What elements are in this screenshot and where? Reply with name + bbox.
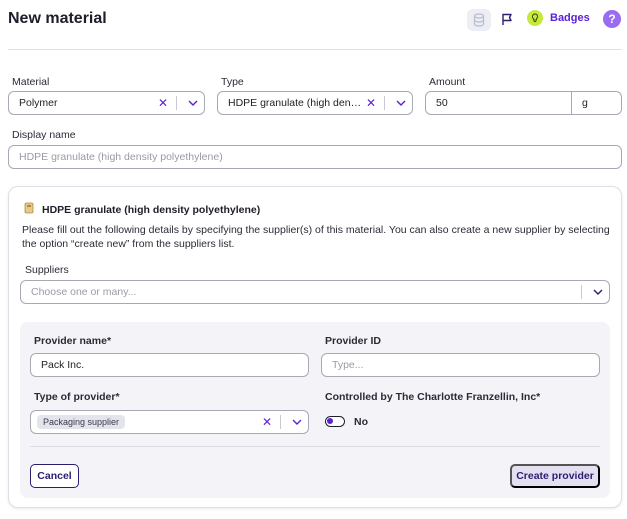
provider-name-input[interactable]: Pack Inc.: [30, 353, 309, 377]
clear-icon[interactable]: ✕: [259, 415, 275, 429]
cancel-button[interactable]: Cancel: [30, 464, 79, 488]
lightbulb-icon: [527, 10, 543, 26]
amount-unit: g: [582, 97, 588, 109]
type-select[interactable]: HDPE granulate (high densit... ✕: [217, 91, 413, 115]
provider-name-value: Pack Inc.: [41, 359, 85, 371]
select-separator: [581, 285, 582, 299]
clear-icon[interactable]: ✕: [155, 96, 171, 110]
controlled-by-label: Controlled by The Charlotte Franzellin, …: [325, 391, 541, 403]
amount-label: Amount: [429, 76, 466, 88]
suppliers-label: Suppliers: [25, 264, 69, 276]
type-label: Type: [221, 76, 244, 88]
clear-icon[interactable]: ✕: [363, 96, 379, 110]
provider-id-input[interactable]: Type...: [321, 353, 600, 377]
form-divider: [30, 446, 600, 447]
chevron-down-icon[interactable]: [182, 100, 204, 106]
amount-value: 50: [436, 97, 448, 109]
chevron-down-icon[interactable]: [587, 289, 609, 295]
display-name-placeholder: HDPE granulate (high density polyethylen…: [19, 151, 223, 163]
supplier-card-title: HDPE granulate (high density polyethylen…: [42, 204, 261, 216]
select-separator: [176, 96, 177, 110]
type-value: HDPE granulate (high densit...: [228, 97, 363, 109]
badges-button[interactable]: Badges: [527, 10, 590, 26]
toggle-knob: [327, 418, 333, 424]
supplier-card-description: Please fill out the following details by…: [22, 224, 610, 250]
controlled-by-value: No: [354, 416, 368, 428]
provider-type-select[interactable]: Packaging supplier ✕: [30, 410, 309, 434]
select-separator: [384, 96, 385, 110]
create-provider-button[interactable]: Create provider: [510, 464, 600, 488]
material-value: Polymer: [19, 97, 58, 109]
provider-type-label: Type of provider*: [34, 391, 120, 403]
select-separator: [280, 415, 281, 429]
provider-type-chip[interactable]: Packaging supplier: [37, 415, 126, 429]
help-icon[interactable]: ?: [603, 10, 621, 28]
material-label: Material: [12, 76, 50, 88]
material-icon: [24, 201, 34, 219]
display-name-input[interactable]: HDPE granulate (high density polyethylen…: [8, 145, 622, 169]
database-icon[interactable]: [467, 9, 491, 31]
controlled-by-toggle[interactable]: [325, 416, 345, 427]
supplier-card-header: HDPE granulate (high density polyethylen…: [24, 201, 260, 219]
display-name-label: Display name: [12, 129, 76, 141]
provider-id-label: Provider ID: [325, 335, 382, 347]
amount-input[interactable]: 50: [425, 91, 573, 115]
flag-icon[interactable]: [499, 10, 515, 28]
provider-name-label: Provider name*: [34, 335, 112, 347]
header-divider: [8, 49, 622, 50]
amount-unit-select[interactable]: g: [571, 91, 622, 115]
suppliers-placeholder: Choose one or many...: [31, 286, 137, 298]
material-select[interactable]: Polymer ✕: [8, 91, 205, 115]
provider-id-placeholder: Type...: [332, 359, 364, 371]
suppliers-select[interactable]: Choose one or many...: [20, 280, 610, 304]
chevron-down-icon[interactable]: [390, 100, 412, 106]
page-title: New material: [8, 10, 107, 27]
chevron-down-icon[interactable]: [286, 419, 308, 425]
badges-label: Badges: [550, 12, 590, 24]
